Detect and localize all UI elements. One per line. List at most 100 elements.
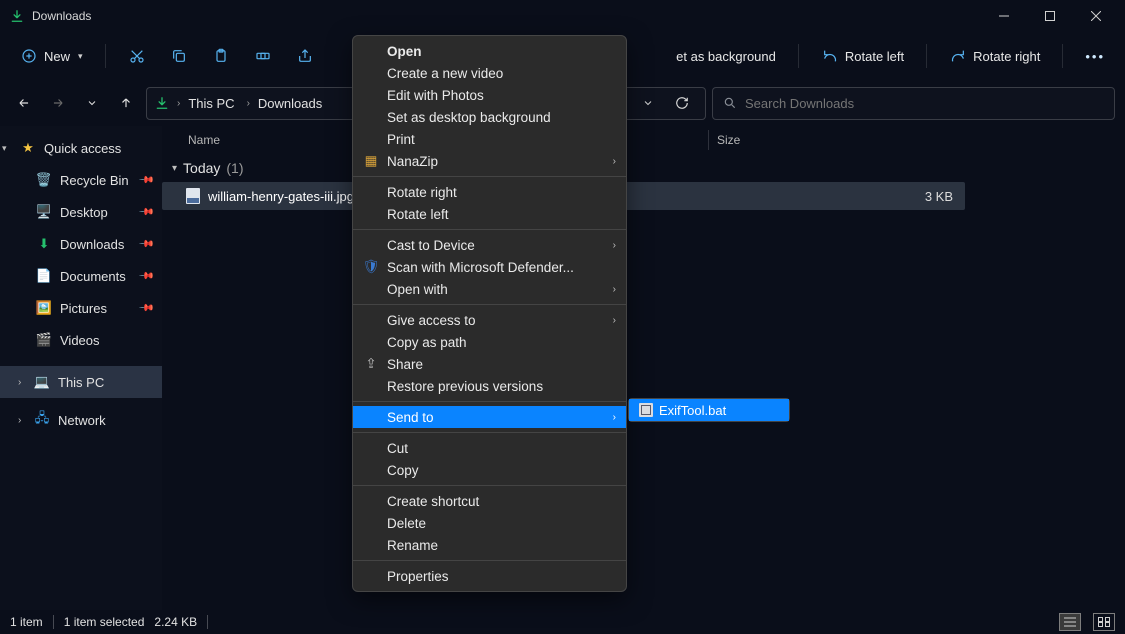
sidebar-item-pictures[interactable]: 🖼️Pictures📌	[0, 292, 162, 324]
nanazip-icon: ▦	[363, 153, 379, 169]
pin-icon: 📌	[137, 300, 154, 317]
menu-item-nanazip[interactable]: ▦NanaZip›	[353, 150, 626, 172]
app-icon	[10, 9, 24, 23]
context-menu: Open Create a new video Edit with Photos…	[352, 35, 627, 592]
up-button[interactable]	[112, 89, 140, 117]
rename-icon	[254, 47, 272, 65]
menu-item-copy-path[interactable]: Copy as path	[353, 331, 626, 353]
menu-item-rotate-right[interactable]: Rotate right	[353, 181, 626, 203]
send-to-submenu: ExifTool.bat	[628, 398, 790, 422]
sidebar-item-label: Pictures	[60, 301, 107, 316]
sidebar-item-downloads[interactable]: ⬇Downloads📌	[0, 228, 162, 260]
sidebar-item-label: Quick access	[44, 141, 121, 156]
clipboard-icon	[212, 47, 230, 65]
status-item-count: 1 item	[10, 615, 43, 629]
menu-item-open[interactable]: Open	[353, 40, 626, 62]
chevron-right-icon: ›	[613, 156, 616, 167]
menu-item-send-to[interactable]: Send to›	[353, 406, 626, 428]
copy-button[interactable]	[160, 41, 198, 71]
forward-button[interactable]	[44, 89, 72, 117]
menu-item-print[interactable]: Print	[353, 128, 626, 150]
set-background-button[interactable]: et as background	[666, 43, 786, 70]
plus-circle-icon	[20, 47, 38, 65]
chevron-right-icon: ›	[613, 240, 616, 251]
close-button[interactable]	[1073, 0, 1119, 32]
sidebar-item-this-pc[interactable]: › 💻 This PC	[0, 366, 162, 398]
rotate-right-button[interactable]: Rotate right	[939, 41, 1050, 71]
menu-item-rename[interactable]: Rename	[353, 534, 626, 556]
chevron-right-icon: ›	[613, 412, 616, 423]
menu-item-set-background[interactable]: Set as desktop background	[353, 106, 626, 128]
documents-icon: 📄	[36, 268, 52, 284]
menu-item-cast[interactable]: Cast to Device›	[353, 234, 626, 256]
sidebar-item-quick-access[interactable]: ▾ ★ Quick access	[0, 132, 162, 164]
sidebar-item-documents[interactable]: 📄Documents📌	[0, 260, 162, 292]
title-bar: Downloads	[0, 0, 1125, 32]
menu-item-create-video[interactable]: Create a new video	[353, 62, 626, 84]
downloads-folder-icon	[155, 96, 169, 110]
menu-item-restore[interactable]: Restore previous versions	[353, 375, 626, 397]
paste-button[interactable]	[202, 41, 240, 71]
minimize-button[interactable]	[981, 0, 1027, 32]
menu-item-edit-photos[interactable]: Edit with Photos	[353, 84, 626, 106]
rotate-right-icon	[949, 47, 967, 65]
menu-item-give-access[interactable]: Give access to›	[353, 309, 626, 331]
pin-icon: 📌	[137, 172, 154, 189]
group-count: (1)	[226, 160, 243, 176]
menu-item-delete[interactable]: Delete	[353, 512, 626, 534]
search-icon	[723, 96, 737, 110]
sidebar-item-network[interactable]: › 🖧 Network	[0, 404, 162, 436]
column-headers[interactable]: Name Size	[162, 126, 1125, 154]
cut-button[interactable]	[118, 41, 156, 71]
new-button[interactable]: New ▾	[10, 41, 93, 71]
new-label: New	[44, 49, 70, 64]
sidebar-item-recycle-bin[interactable]: 🗑️Recycle Bin📌	[0, 164, 162, 196]
rename-button[interactable]	[244, 41, 282, 71]
search-input[interactable]	[745, 96, 1104, 111]
rotate-left-button[interactable]: Rotate left	[811, 41, 914, 71]
group-header[interactable]: ▾ Today (1)	[162, 154, 1125, 182]
sidebar-item-label: Videos	[60, 333, 100, 348]
rotate-right-label: Rotate right	[973, 49, 1040, 64]
sidebar-item-desktop[interactable]: 🖥️Desktop📌	[0, 196, 162, 228]
submenu-item-exiftool[interactable]: ExifTool.bat	[629, 399, 789, 421]
file-size: 3 KB	[925, 189, 953, 204]
back-button[interactable]	[10, 89, 38, 117]
star-icon: ★	[20, 140, 36, 156]
desktop-icon: 🖥️	[36, 204, 52, 220]
sidebar-item-label: Recycle Bin	[60, 173, 129, 188]
search-box[interactable]	[712, 87, 1115, 120]
maximize-button[interactable]	[1027, 0, 1073, 32]
share-button[interactable]	[286, 41, 324, 71]
menu-item-create-shortcut[interactable]: Create shortcut	[353, 490, 626, 512]
menu-item-properties[interactable]: Properties	[353, 565, 626, 587]
breadcrumb-crumb[interactable]: ›This PC	[173, 94, 239, 113]
this-pc-icon: 💻	[34, 374, 50, 390]
menu-item-share[interactable]: ⇪Share	[353, 353, 626, 375]
recent-button[interactable]	[78, 89, 106, 117]
file-list-pane: Name Size ▾ Today (1) william-henry-gate…	[162, 126, 1125, 610]
refresh-button[interactable]	[667, 88, 697, 118]
chevron-down-icon: ▾	[78, 51, 83, 62]
menu-item-defender[interactable]: 🛡Scan with Microsoft Defender...	[353, 256, 626, 278]
menu-item-cut[interactable]: Cut	[353, 437, 626, 459]
menu-item-open-with[interactable]: Open with›	[353, 278, 626, 300]
address-dropdown-button[interactable]	[633, 88, 663, 118]
breadcrumb-crumb[interactable]: ›Downloads	[243, 94, 327, 113]
thumbnails-view-button[interactable]	[1093, 613, 1115, 631]
more-button[interactable]: •••	[1075, 43, 1115, 70]
navigation-pane: ▾ ★ Quick access 🗑️Recycle Bin📌 🖥️Deskto…	[0, 126, 162, 610]
column-size[interactable]: Size	[708, 130, 778, 150]
details-view-button[interactable]	[1059, 613, 1081, 631]
network-icon: 🖧	[34, 409, 50, 431]
sidebar-item-videos[interactable]: 🎬 Videos	[0, 324, 162, 356]
videos-icon: 🎬	[36, 332, 52, 348]
batch-file-icon	[639, 403, 653, 417]
pin-icon: 📌	[137, 236, 154, 253]
setbg-label: et as background	[676, 49, 776, 64]
menu-item-copy[interactable]: Copy	[353, 459, 626, 481]
menu-item-rotate-left[interactable]: Rotate left	[353, 203, 626, 225]
copy-icon	[170, 47, 188, 65]
sidebar-item-label: Network	[58, 413, 106, 428]
rotate-left-label: Rotate left	[845, 49, 904, 64]
